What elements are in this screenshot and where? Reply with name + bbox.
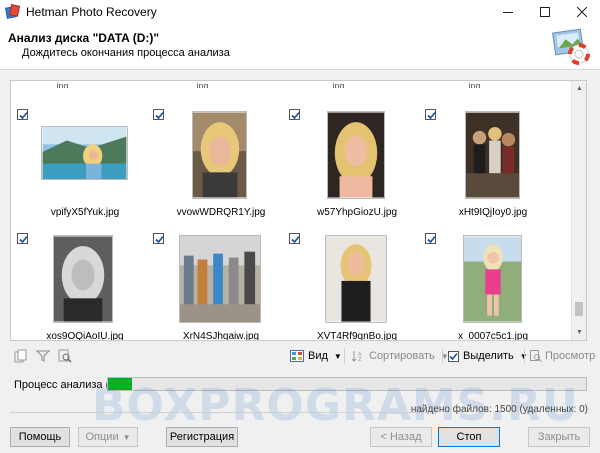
page-subtitle: Дождитесь окончания процесса анализа [22,47,230,59]
filter-icon[interactable] [36,349,50,363]
chevron-down-icon: ▼ [122,432,131,442]
partial-file-name: ...jpg [325,81,345,88]
chevron-down-icon: ▼ [333,351,342,361]
sort-icon: AZ [351,351,362,362]
file-name: XrN4SJhqaiw.jpg [182,331,260,341]
photo-thumbnail[interactable] [179,235,261,323]
checkmark-icon [19,111,28,120]
file-checkbox[interactable] [153,233,164,244]
files-found-status: найдено файлов: 1500 (удаленных: 0) [410,404,588,415]
maximize-button[interactable] [526,0,563,24]
file-tile[interactable]: vpifyX5fYuk.jpg [17,109,153,229]
search-file-icon[interactable] [58,349,72,363]
checkmark-icon [427,235,436,244]
select-label: Выделить [463,350,514,362]
partial-file-name: ...jpg [461,81,481,88]
file-tile[interactable]: x_0007c5c1.jpg [425,233,561,341]
checkmark-icon [155,235,164,244]
page-title: Анализ диска "DATA (D:)" [8,31,160,45]
scroll-down-arrow-icon[interactable]: ▼ [572,325,586,340]
view-menu-button[interactable]: Вид ▼ [290,348,342,364]
preview-label: Просмотр [545,350,596,362]
sort-menu-button[interactable]: AZ Сортировать ▼ [351,348,449,364]
checkmark-icon [291,111,300,120]
close-icon [576,7,587,17]
toolbar-divider [344,348,345,364]
file-name: vvowWDRQR1Y.jpg [176,207,266,218]
lifebuoy-logo-icon [552,28,590,65]
photo-thumbnail[interactable] [327,111,385,199]
preview-icon [530,350,542,362]
stop-button[interactable]: Стоп [438,427,500,447]
file-name: xHt9IQjIoy0.jpg [458,207,528,218]
options-label: Опции [85,431,119,443]
file-name: w57YhpGiozU.jpg [316,207,398,218]
view-icon [290,350,304,362]
photo-thumbnail[interactable] [463,235,522,323]
app-icon [5,4,21,19]
file-checkbox[interactable] [289,233,300,244]
close-window-button[interactable] [563,0,600,24]
window-title: Hetman Photo Recovery [26,5,157,19]
select-checkbox-icon [448,350,459,362]
preview-button[interactable]: Просмотр [530,348,595,364]
toolbar-divider [524,348,525,364]
maximize-icon [539,7,550,17]
partial-file-name: ...jpg [189,81,209,88]
photo-thumbnail[interactable] [41,126,128,180]
file-tile[interactable]: XVT4Rf9qnBo.jpg [289,233,425,341]
gallery-scrollbar[interactable]: ▲ ▼ [571,81,586,340]
sort-label: Сортировать [369,350,435,362]
file-tile[interactable]: w57YhpGiozU.jpg [289,109,425,229]
file-tile[interactable]: vvowWDRQR1Y.jpg [153,109,289,229]
file-checkbox[interactable] [153,109,164,120]
footer-divider [10,412,432,413]
help-button[interactable]: Помощь [10,427,70,447]
file-name: xos9OQiAoIU.jpg [46,331,124,341]
toolbar-divider [442,348,443,364]
file-name: x_0007c5c1.jpg [457,331,529,341]
checkmark-icon [427,111,436,120]
copy-icon[interactable] [14,349,28,363]
scroll-up-arrow-icon[interactable]: ▲ [572,81,586,96]
scrollbar-thumb[interactable] [575,302,583,316]
progress-fill [108,378,132,390]
file-checkbox[interactable] [425,109,436,120]
file-gallery[interactable]: ...jpg ...jpg ...jpg ...jpg vpifyX5fYuk.… [10,80,587,341]
photo-thumbnail[interactable] [192,111,247,199]
svg-text:Z: Z [358,357,362,362]
checkmark-icon [291,235,300,244]
file-name: XVT4Rf9qnBo.jpg [316,331,398,341]
checkmark-icon [155,111,164,120]
analysis-progress-bar [107,377,587,391]
close-button[interactable]: Закрыть [528,427,590,447]
select-menu-button[interactable]: Выделить ▼ [448,348,528,364]
back-button[interactable]: < Назад [370,427,432,447]
file-tile[interactable]: xHt9IQjIoy0.jpg [425,109,561,229]
photo-thumbnail[interactable] [325,235,387,323]
file-checkbox[interactable] [289,109,300,120]
checkmark-icon [19,235,28,244]
gallery-toolbar: Вид ▼ AZ Сортировать ▼ Выделить ▼ Просмо… [10,346,595,366]
wizard-header: Анализ диска "DATA (D:)" Дождитесь оконч… [0,24,600,70]
partial-file-name: ...jpg [49,81,69,88]
minimize-icon [502,12,513,13]
file-checkbox[interactable] [425,233,436,244]
photo-thumbnail[interactable] [53,235,113,323]
file-checkbox[interactable] [17,109,28,120]
title-bar: Hetman Photo Recovery [0,0,600,24]
file-tile[interactable]: XrN4SJhqaiw.jpg [153,233,289,341]
options-button[interactable]: Опции ▼ [78,427,138,447]
minimize-button[interactable] [489,0,526,24]
register-button[interactable]: Регистрация [166,427,238,447]
file-checkbox[interactable] [17,233,28,244]
view-label: Вид [308,350,328,362]
file-name: vpifyX5fYuk.jpg [50,207,120,218]
file-tile[interactable]: xos9OQiAoIU.jpg [17,233,153,341]
photo-thumbnail[interactable] [465,111,520,199]
